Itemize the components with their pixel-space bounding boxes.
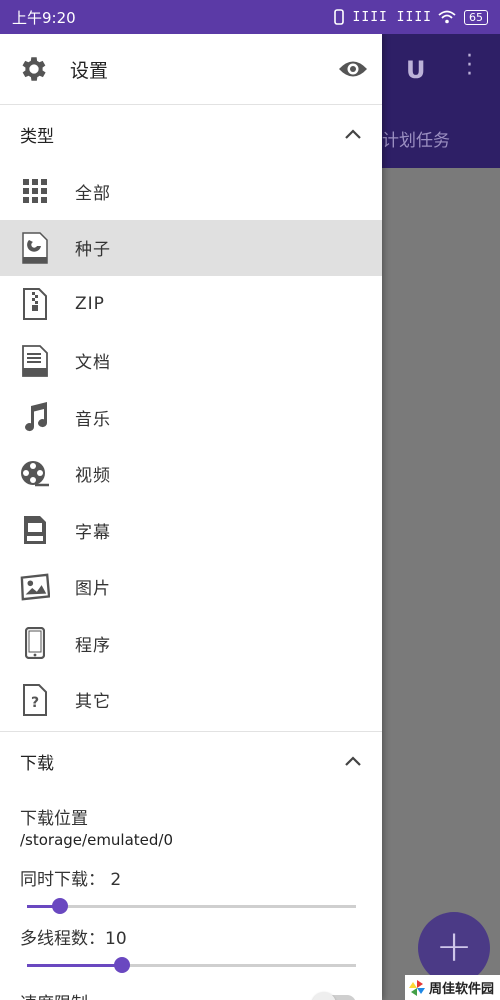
simultaneous-downloads-slider[interactable] [27, 894, 356, 918]
zip-icon [20, 287, 50, 321]
type-item-label: 种子 [75, 240, 111, 261]
type-item-label: 其它 [75, 692, 111, 713]
drawer-scrim[interactable] [382, 168, 500, 1000]
navigation-drawer: 设置 类型 全部 种子 ZIP 文档 音乐 视频 字幕 图片 程序 ? 其它 下… [0, 34, 382, 1000]
type-item-document[interactable]: 文档 [0, 333, 382, 390]
tab-scheduled[interactable]: 计划任务 [382, 126, 450, 151]
music-icon [20, 400, 50, 434]
torrent-icon [20, 231, 50, 265]
type-item-label: ZIP [75, 294, 105, 315]
battery-icon: 65 [464, 9, 488, 25]
magnet-icon[interactable]: U [406, 56, 426, 84]
grid-icon [20, 174, 50, 208]
type-item-label: 程序 [75, 635, 111, 656]
type-item-label: 视频 [75, 466, 111, 487]
phone-icon [20, 626, 50, 660]
watermark-text: 周佳软件园 [429, 982, 495, 997]
simultaneous-downloads-label: 同时下载： 2 [20, 870, 122, 890]
type-item-subtitle[interactable]: 字幕 [0, 502, 382, 559]
film-icon [20, 457, 50, 491]
slider-fill [27, 964, 123, 967]
subtitle-icon [20, 513, 50, 547]
status-bar: 上午9:20 IIII IIII 65 [0, 0, 500, 34]
slider-thumb[interactable] [51, 898, 68, 914]
background-app-bar: U · · · 计划任务 [382, 34, 500, 168]
download-section-title: 下载 [20, 753, 54, 774]
speed-limit-toggle[interactable] [312, 992, 356, 1000]
download-location-setting[interactable]: 下载位置 /storage/emulated/0 [0, 804, 382, 849]
threads-label: 多线程数：10 [20, 929, 127, 949]
image-icon [20, 570, 50, 604]
slider-thumb[interactable] [114, 957, 131, 973]
eye-icon[interactable] [338, 58, 368, 80]
overflow-menu-icon[interactable]: · · · [466, 46, 473, 86]
chevron-up-icon[interactable] [344, 128, 362, 140]
signal-icon: IIII IIII [352, 9, 432, 25]
threads-slider[interactable] [27, 953, 356, 977]
type-item-label: 文档 [75, 353, 111, 374]
type-item-program[interactable]: 程序 [0, 615, 382, 672]
gear-icon[interactable] [18, 53, 50, 85]
drawer-header: 设置 [0, 34, 382, 105]
download-location-label: 下载位置 [20, 809, 88, 829]
vibrate-icon [333, 9, 344, 25]
drawer-title: 设置 [70, 59, 109, 82]
type-item-label: 全部 [75, 183, 111, 204]
add-download-fab[interactable]: + [418, 912, 490, 984]
unknown-file-icon: ? [20, 683, 50, 717]
type-item-label: 音乐 [75, 409, 111, 430]
status-time: 上午9:20 [12, 8, 76, 27]
type-item-label: 图片 [75, 579, 111, 600]
svg-text:?: ? [31, 695, 39, 711]
type-item-other[interactable]: ? 其它 [0, 672, 382, 729]
pinwheel-logo [409, 979, 425, 996]
type-item-label: 字幕 [75, 522, 111, 543]
watermark: 周佳软件园 [405, 975, 500, 1000]
speed-limit-setting[interactable]: 速度限制 [0, 989, 382, 1000]
chevron-up-icon[interactable] [344, 755, 362, 767]
types-section-header[interactable]: 类型 [0, 105, 382, 163]
wifi-icon [438, 10, 456, 24]
download-location-value: /storage/emulated/0 [20, 831, 174, 849]
download-section-header[interactable]: 下载 [0, 732, 382, 790]
doc-icon [20, 344, 50, 378]
type-item-music[interactable]: 音乐 [0, 389, 382, 446]
type-item-all[interactable]: 全部 [0, 163, 382, 220]
type-item-torrent[interactable]: 种子 [0, 219, 382, 276]
type-item-zip[interactable]: ZIP [0, 276, 382, 333]
type-item-video[interactable]: 视频 [0, 446, 382, 503]
types-section-title: 类型 [20, 126, 54, 147]
type-item-image[interactable]: 图片 [0, 559, 382, 616]
